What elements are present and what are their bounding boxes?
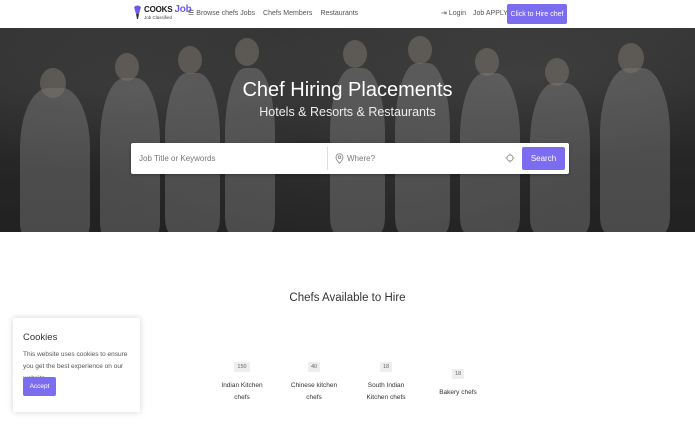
nav-browse-jobs[interactable]: ☰ Browse chefs Jobs (188, 9, 256, 18)
keyword-search-input[interactable] (139, 151, 319, 166)
chef-hat-icon (133, 5, 142, 20)
category-count: 18 (451, 369, 465, 379)
menu-icon: ☰ (188, 10, 195, 17)
category-count: 40 (307, 362, 321, 372)
category-name-line2: chefs (306, 394, 322, 401)
accept-cookies-button[interactable]: Accept (23, 377, 56, 396)
category-bakery[interactable]: 18 Bakery chefs (428, 362, 488, 399)
job-apply-label: Job APPLY (473, 9, 508, 17)
site-header: COOKS Job Job Classified ☰ Browse chefs … (0, 0, 695, 28)
login-link[interactable]: ⇥ Login (441, 9, 467, 18)
logo-tagline: Job Classified (144, 15, 173, 20)
category-south-indian-kitchen[interactable]: 18 South Indian Kitchen chefs (356, 355, 416, 404)
nav-chefs-members-label: Chefs Members (263, 9, 313, 17)
account-nav: ⇥ Login Job APPLY (441, 9, 515, 18)
chefs-section-title: Chefs Available to Hire (289, 292, 406, 304)
login-label: Login (448, 9, 467, 17)
category-count: 150 (234, 362, 250, 372)
nav-restaurants[interactable]: Restaurants (320, 9, 358, 17)
location-search-input[interactable] (347, 151, 497, 166)
login-icon: ⇥ (441, 10, 447, 17)
category-chinese-kitchen[interactable]: 40 Chinese kitchen chefs (284, 355, 344, 404)
site-logo[interactable]: COOKS Job Job Classified (133, 5, 192, 23)
logo-text-cooks: COOKS (144, 5, 173, 14)
search-button[interactable]: Search (522, 147, 565, 170)
location-pin-icon (335, 153, 344, 164)
hero-subtitle: Hotels & Resorts & Restaurants (259, 105, 436, 119)
category-indian-kitchen[interactable]: 150 Indian Kitchen chefs (212, 355, 272, 404)
category-name-line2: Kitchen chefs (366, 394, 406, 401)
cookie-title: Cookies (23, 332, 58, 343)
search-divider (327, 147, 328, 170)
category-name-line2: chefs (234, 394, 250, 401)
locate-me-icon[interactable] (505, 153, 515, 163)
category-name-line1: South Indian (367, 382, 405, 389)
category-name-line1: Chinese kitchen (290, 382, 338, 389)
category-name-line1: Bakery chefs (439, 389, 477, 396)
hero-overlay (0, 28, 695, 232)
category-name-line1: Indian Kitchen (221, 382, 263, 389)
nav-browse-jobs-label: Browse chefs Jobs (196, 9, 256, 17)
hero-banner: Chef Hiring Placements Hotels & Resorts … (0, 28, 695, 232)
cookie-banner: Cookies This website uses cookies to ens… (13, 318, 140, 412)
category-count: 18 (379, 362, 393, 372)
job-search-bar: Search (131, 143, 569, 174)
main-nav: ☰ Browse chefs Jobs Chefs Members Restau… (188, 9, 366, 18)
hero-title: Chef Hiring Placements (242, 79, 453, 101)
nav-restaurants-label: Restaurants (320, 9, 359, 17)
hire-chef-button[interactable]: Click to Hire chef (507, 4, 567, 24)
nav-chefs-members[interactable]: Chefs Members (263, 9, 312, 17)
job-apply-link[interactable]: Job APPLY (473, 9, 508, 17)
